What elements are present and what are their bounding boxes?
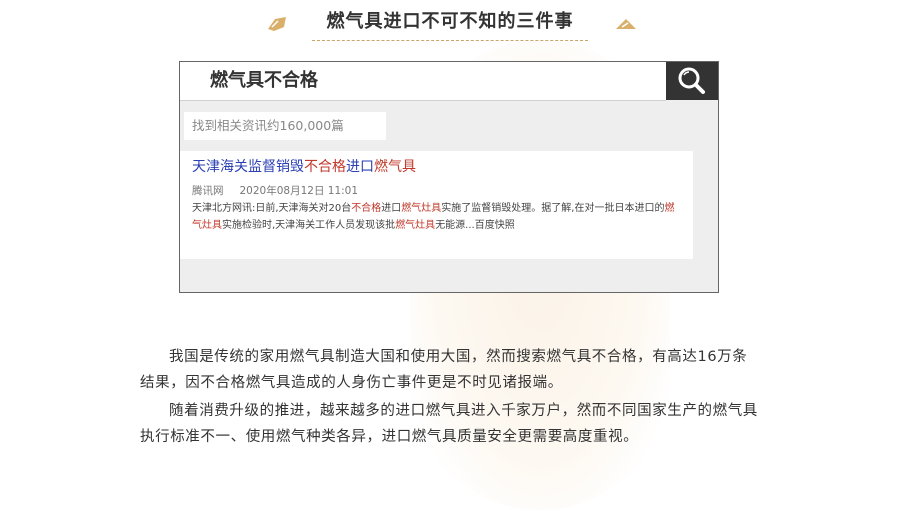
result-snippet: 天津北方网讯:日前,天津海关对20台不合格进口燃气灶具实施了监督销毁处理。据了解… (192, 200, 684, 234)
search-input[interactable]: 燃气具不合格 (180, 62, 666, 101)
result-title-link[interactable]: 天津海关监督销毁不合格进口燃气具 (192, 157, 416, 177)
search-icon (678, 67, 705, 94)
snippet-text: 实施检验时,天津海关工作人员发现该批 (222, 220, 396, 231)
result-count: 找到相关资讯约160,000篇 (184, 112, 386, 140)
snippet-text: 进口 (381, 203, 402, 214)
article-paragraph-2: 随着消费升级的推进，越来越多的进口燃气具进入千家万户，然而不同国家生产的燃气具执… (140, 403, 758, 445)
result-title-part: 进口 (346, 159, 374, 175)
snippet-highlight: 燃气灶具 (395, 220, 436, 231)
result-source: 腾讯网 (192, 185, 224, 197)
page-title: 燃气具进口不可不知的三件事 (326, 11, 574, 32)
snippet-text: 天津北方网讯:日前,天津海关对20台 (192, 203, 352, 214)
search-result: 天津海关监督销毁不合格进口燃气具 腾讯网 2020年08月12日 11:01 天津… (180, 151, 693, 259)
article-paragraph-1: 我国是传统的家用燃气具制造大国和使用大国，然而搜索燃气具不合格，有高达16万条结… (140, 349, 748, 391)
right-decoration-icon (616, 19, 636, 29)
result-title-part: 天津海关监督销毁 (192, 159, 304, 175)
snippet-highlight: 燃气灶具 (401, 203, 442, 214)
result-meta: 腾讯网 2020年08月12日 11:01 (192, 184, 358, 198)
snippet-text: 无能源...百度快照 (435, 220, 515, 231)
search-screenshot-panel: 燃气具不合格 找到相关资讯约160,000篇 天津海关监督销毁不合格进口燃气具 … (179, 61, 719, 293)
section-header: 燃气具进口不可不知的三件事 (0, 0, 900, 50)
snippet-text: 实施了监督销毁处理。据了解,在对一批日本进口的 (441, 203, 665, 214)
result-title-highlight: 不合格 (304, 159, 346, 175)
left-decoration-icon (268, 17, 286, 31)
search-button[interactable] (666, 62, 718, 100)
search-query-text: 燃气具不合格 (210, 70, 318, 91)
result-date: 2020年08月12日 11:01 (239, 185, 359, 197)
snippet-highlight: 不合格 (351, 203, 382, 214)
result-title-highlight: 燃气具 (374, 159, 416, 175)
title-underline (312, 40, 588, 41)
